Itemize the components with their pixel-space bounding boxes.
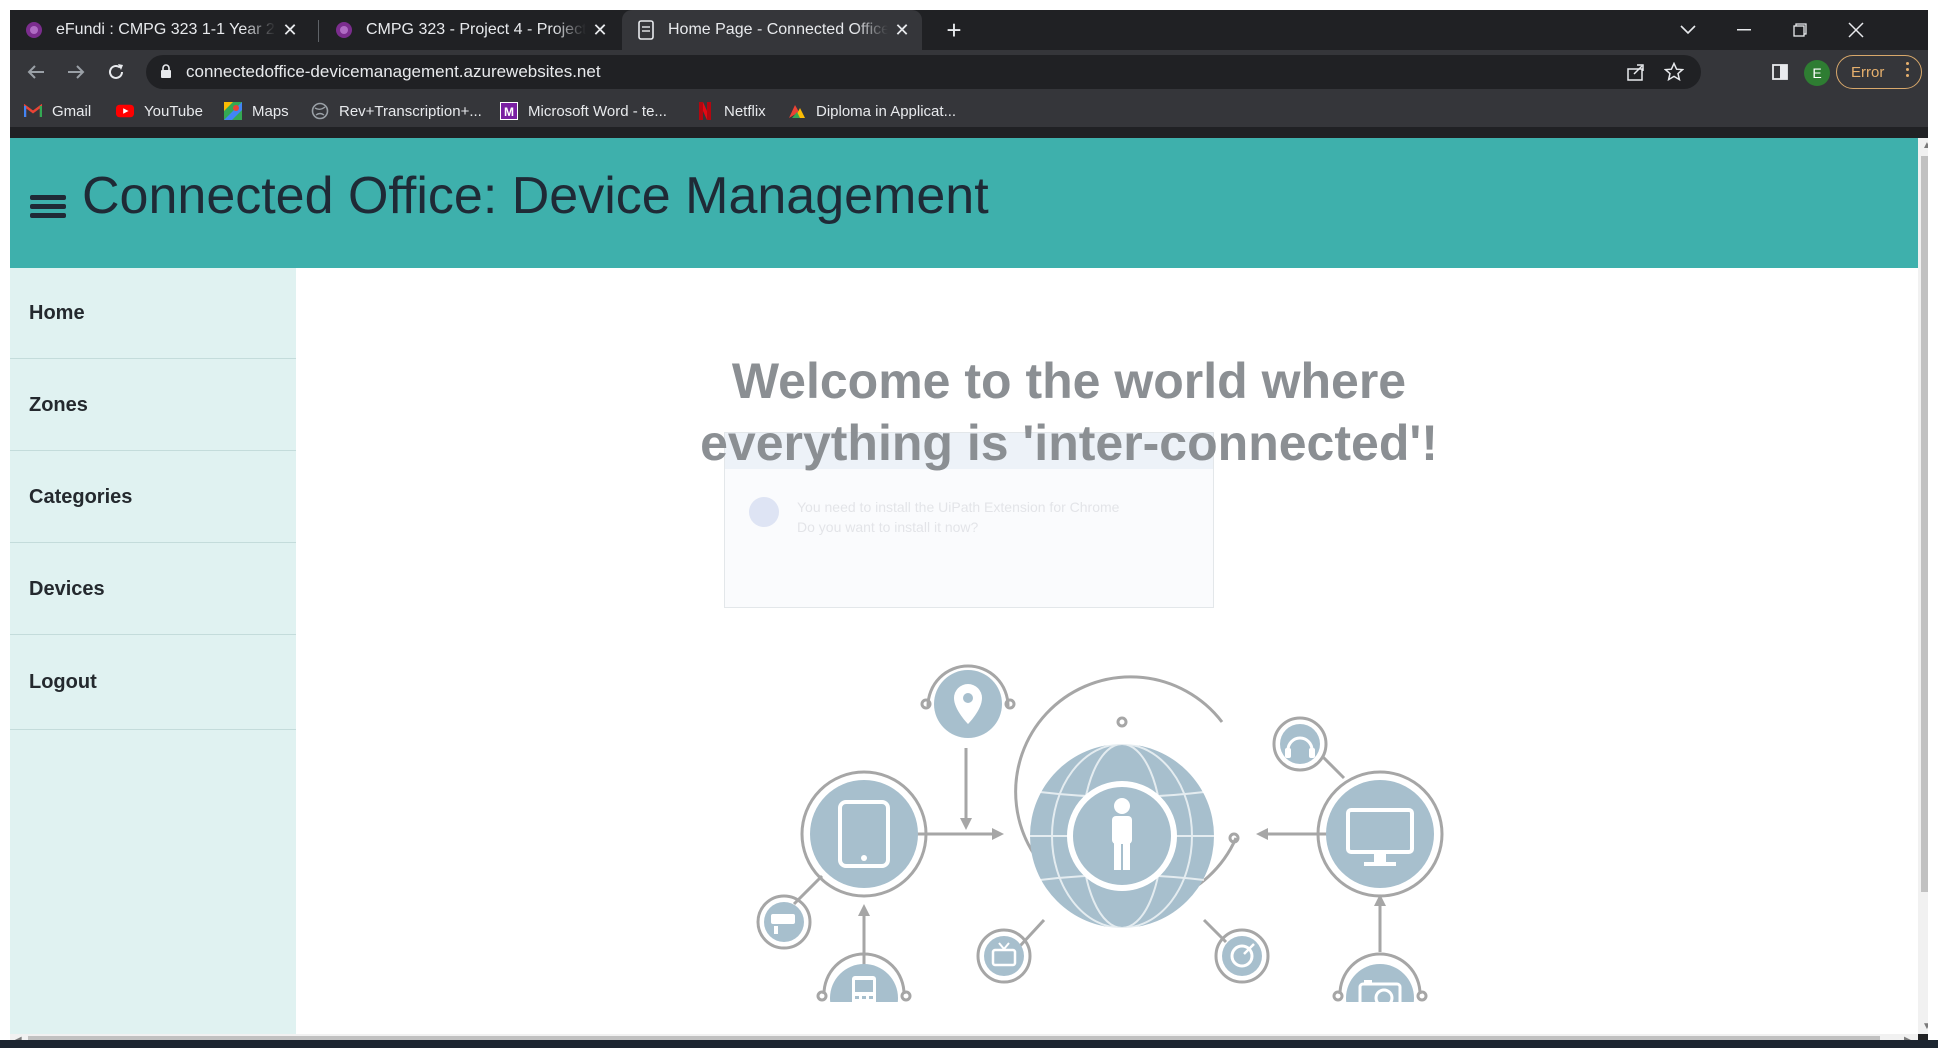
tab-search-button[interactable] xyxy=(1660,10,1716,50)
bookmark-gmail[interactable]: Gmail xyxy=(24,100,91,122)
kebab-menu-icon xyxy=(1906,62,1909,77)
bookmark-label: Rev+Transcription+... xyxy=(339,102,482,120)
scroll-thumb[interactable] xyxy=(1921,156,1928,892)
bookmark-label: Diploma in Applicat... xyxy=(816,102,957,120)
youtube-icon xyxy=(116,102,134,120)
restore-button[interactable] xyxy=(1772,10,1828,50)
minimize-icon xyxy=(1737,29,1751,31)
tab-title: eFundi : CMPG 323 1-1 Year 2022 xyxy=(56,21,276,38)
main-content: You need to install the UiPath Extension… xyxy=(296,268,1918,1034)
back-button[interactable] xyxy=(20,56,52,88)
bookmark-microsoft-word[interactable]: M Microsoft Word - te... xyxy=(500,100,667,122)
scroll-up-icon[interactable]: ▲ xyxy=(1922,140,1928,151)
reload-button[interactable] xyxy=(100,56,132,88)
close-icon[interactable]: ✕ xyxy=(276,16,304,44)
sidebar-item-categories[interactable]: Categories xyxy=(10,452,296,543)
forward-button[interactable] xyxy=(60,56,92,88)
page-icon xyxy=(636,20,656,40)
tab-efundi[interactable]: eFundi : CMPG 323 1-1 Year 2022 ✕ xyxy=(10,10,310,50)
efundi-icon xyxy=(24,20,44,40)
page-title: Connected Office: Device Management xyxy=(82,167,989,225)
minimize-button[interactable] xyxy=(1716,10,1772,50)
scroll-down-icon[interactable]: ▼ xyxy=(1922,1021,1928,1032)
side-panel-icon xyxy=(1772,64,1788,80)
chevron-down-icon xyxy=(1680,25,1696,35)
arrow-left-icon xyxy=(27,65,44,79)
word-icon: M xyxy=(500,102,518,120)
star-icon[interactable] xyxy=(1663,61,1685,87)
close-window-button[interactable] xyxy=(1828,10,1884,50)
tab-title: Home Page - Connected Office: Device Man… xyxy=(668,21,888,38)
bookmark-maps[interactable]: Maps xyxy=(224,100,289,122)
bookmark-rev-transcription[interactable]: Rev+Transcription+... xyxy=(311,100,482,122)
os-taskbar xyxy=(0,1040,1938,1048)
hamburger-menu-icon[interactable] xyxy=(30,193,66,221)
address-bar[interactable]: connectedoffice-devicemanagement.azurewe… xyxy=(146,55,1701,89)
url-text: connectedoffice-devicemanagement.azurewe… xyxy=(186,62,601,81)
tab-strip: eFundi : CMPG 323 1-1 Year 2022 ✕ CMPG 3… xyxy=(10,10,1928,50)
bookmark-label: Maps xyxy=(252,102,289,120)
close-icon[interactable]: ✕ xyxy=(586,16,614,44)
iot-network-illustration xyxy=(756,664,1444,1002)
globe-icon xyxy=(311,102,329,120)
svg-text:M: M xyxy=(504,105,514,119)
arrow-right-icon xyxy=(68,65,85,79)
page-viewport: Connected Office: Device Management Home… xyxy=(10,138,1918,1034)
bookmark-youtube[interactable]: YouTube xyxy=(116,100,203,122)
tab-project-brief[interactable]: CMPG 323 - Project 4 - Project Brief ✕ xyxy=(320,10,620,50)
new-tab-button[interactable]: + xyxy=(940,15,968,45)
close-icon xyxy=(1848,22,1864,38)
browser-window: eFundi : CMPG 323 1-1 Year 2022 ✕ CMPG 3… xyxy=(10,10,1928,1048)
bookmark-netflix[interactable]: Netflix xyxy=(696,100,766,122)
bookmark-label: Netflix xyxy=(724,102,766,120)
efundi-icon xyxy=(334,20,354,40)
tab-home-page[interactable]: Home Page - Connected Office: Device Man… xyxy=(622,10,922,50)
tab-title: CMPG 323 - Project 4 - Project Brief xyxy=(366,21,586,38)
bookmark-label: Gmail xyxy=(52,102,92,120)
error-menu-button[interactable]: Error xyxy=(1836,55,1922,89)
lock-icon xyxy=(160,64,172,84)
diploma-icon xyxy=(788,102,806,120)
close-icon[interactable]: ✕ xyxy=(888,16,916,44)
netflix-icon xyxy=(696,102,714,120)
error-label: Error xyxy=(1851,63,1885,81)
profile-avatar[interactable]: E xyxy=(1804,60,1830,86)
bookmarks-bar: Gmail YouTube Maps Rev+Transcription+...… xyxy=(10,94,1928,128)
reload-icon xyxy=(109,64,123,79)
question-icon xyxy=(749,497,779,527)
sidebar-item-devices[interactable]: Devices xyxy=(10,544,296,635)
vertical-scrollbar[interactable]: ▲ ▼ xyxy=(1918,138,1928,1034)
maps-icon xyxy=(224,102,242,120)
bookmark-label: YouTube xyxy=(144,102,203,120)
dialog-message: You need to install the UiPath Extension… xyxy=(797,499,1120,535)
welcome-heading: Welcome to the world where everything is… xyxy=(700,353,1438,471)
restore-icon xyxy=(1793,23,1807,37)
browser-toolbar: connectedoffice-devicemanagement.azurewe… xyxy=(10,50,1928,94)
sidebar-item-home[interactable]: Home xyxy=(10,268,296,359)
sidebar-item-logout[interactable]: Logout xyxy=(10,636,296,730)
sidebar: Home Zones Categories Devices Logout xyxy=(10,268,296,1034)
share-icon[interactable] xyxy=(1626,63,1646,86)
sidebar-item-zones[interactable]: Zones xyxy=(10,360,296,451)
side-panel-button[interactable] xyxy=(1764,56,1796,88)
tab-divider xyxy=(318,20,319,42)
bookmark-label: Microsoft Word - te... xyxy=(528,102,667,120)
gmail-icon xyxy=(24,102,42,120)
app-header: Connected Office: Device Management xyxy=(10,138,1918,268)
bookmark-diploma[interactable]: Diploma in Applicat... xyxy=(788,100,956,122)
